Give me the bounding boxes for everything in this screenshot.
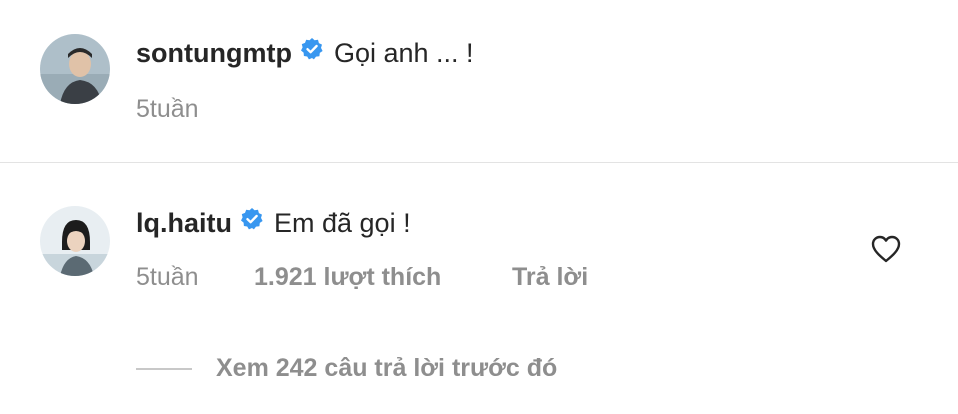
comment-2-time: 5tuần (136, 263, 199, 291)
view-previous-replies-button[interactable]: Xem 242 câu trả lời trước đó (216, 352, 557, 384)
verified-badge-icon (240, 205, 264, 239)
heart-outline-icon[interactable] (870, 234, 902, 264)
comment-thread: sontungmtp Gọi anh ... ! 5tuần lq.haitu Em… (0, 0, 958, 414)
view-replies-line (136, 368, 192, 370)
comment-1-text: Gọi anh ... ! (333, 38, 474, 68)
verified-badge-icon (300, 35, 324, 69)
divider (0, 162, 958, 163)
comment-1-time: 5tuần (136, 95, 199, 123)
username-sontungmtp[interactable]: sontungmtp (136, 38, 292, 68)
username-lq-haitu[interactable]: lq.haitu (136, 208, 232, 238)
reply-button[interactable]: Trả lời (512, 262, 588, 292)
comment-1-line: sontungmtp Gọi anh ... ! (136, 36, 474, 70)
comment-2-likes[interactable]: 1.921 lượt thích (254, 262, 441, 292)
avatar-sontungmtp[interactable] (40, 34, 110, 104)
avatar-lq-haitu[interactable] (40, 206, 110, 276)
comment-2-text: Em đã gọi ! (274, 208, 411, 238)
comment-2-line: lq.haitu Em đã gọi ! (136, 206, 411, 240)
